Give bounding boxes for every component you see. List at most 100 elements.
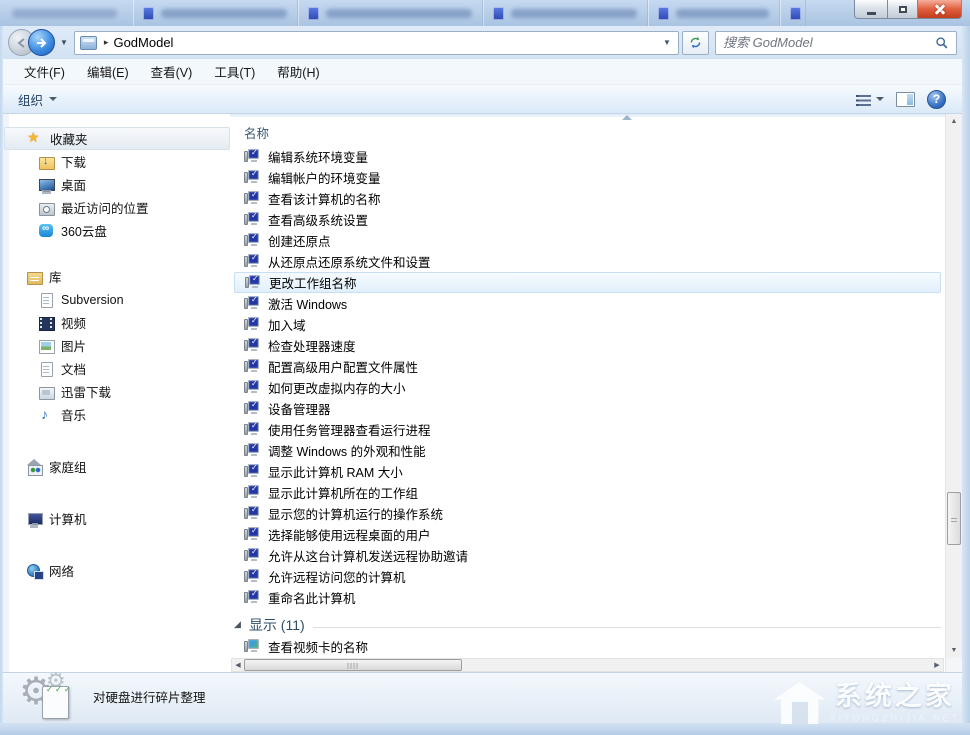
list-item[interactable]: 检查处理器速度 bbox=[234, 335, 941, 356]
horizontal-scrollbar[interactable]: ◀ ▶ bbox=[231, 658, 944, 672]
scroll-up-icon[interactable]: ▲ bbox=[946, 114, 962, 129]
list-item-label: 设备管理器 bbox=[268, 399, 331, 418]
list-item[interactable]: 查看高级系统设置 bbox=[234, 209, 941, 230]
sidebar-item[interactable]: 360云盘 bbox=[4, 219, 230, 242]
system-task-icon bbox=[244, 254, 261, 269]
change-view-button[interactable] bbox=[856, 93, 884, 106]
organize-button[interactable]: 组织 bbox=[18, 90, 57, 109]
list-item[interactable]: 显示此计算机 RAM 大小 bbox=[234, 461, 941, 482]
forward-button[interactable] bbox=[28, 29, 55, 56]
horizontal-scroll-thumb[interactable] bbox=[244, 659, 462, 671]
list-item-label: 检查处理器速度 bbox=[268, 336, 356, 355]
sidebar-item[interactable]: 迅雷下载 bbox=[4, 380, 230, 403]
sidebar-item[interactable]: 家庭组 bbox=[4, 455, 230, 478]
list-item[interactable]: 查看该计算机的名称 bbox=[234, 188, 941, 209]
minimize-button[interactable] bbox=[854, 0, 888, 19]
list-item[interactable]: 使用任务管理器查看运行进程 bbox=[234, 419, 941, 440]
command-toolbar: 组织 ? bbox=[3, 85, 962, 114]
sidebar-item[interactable]: Subversion bbox=[4, 288, 230, 311]
list-item-label: 允许远程访问您的计算机 bbox=[268, 567, 406, 586]
back-arrow-icon bbox=[16, 37, 28, 49]
list-item[interactable]: 编辑帐户的环境变量 bbox=[234, 167, 941, 188]
menu-item-2[interactable]: 编辑(E) bbox=[76, 62, 140, 81]
menu-item-3[interactable]: 查看(V) bbox=[140, 62, 204, 81]
sidebar-item[interactable]: 视频 bbox=[4, 311, 230, 334]
preview-pane-button[interactable] bbox=[896, 92, 915, 107]
sidebar-item[interactable]: 音乐 bbox=[4, 403, 230, 426]
sidebar-item-label: 网络 bbox=[49, 561, 74, 580]
sidebar-item[interactable]: 收藏夹 bbox=[4, 127, 230, 150]
list-item[interactable]: 允许从这台计算机发送远程协助邀请 bbox=[234, 545, 941, 566]
window-border-bottom[interactable] bbox=[0, 723, 970, 735]
list-item[interactable]: 创建还原点 bbox=[234, 230, 941, 251]
cloud-360-icon bbox=[38, 223, 55, 239]
sidebar-item[interactable]: 计算机 bbox=[4, 507, 230, 530]
list-item[interactable]: 查看视频卡的名称 bbox=[234, 636, 941, 656]
list-item[interactable]: 编辑系统环境变量 bbox=[234, 146, 941, 167]
sort-ascending-icon[interactable] bbox=[622, 115, 632, 120]
address-bar[interactable]: ▸ GodModel ▼ bbox=[74, 31, 679, 55]
close-button[interactable] bbox=[918, 0, 962, 19]
menu-item-1[interactable]: 文件(F) bbox=[13, 62, 76, 81]
scroll-left-icon[interactable]: ◀ bbox=[232, 659, 244, 671]
list-item[interactable]: 选择能够使用远程桌面的用户 bbox=[234, 524, 941, 545]
group-label[interactable]: 显示 (11) bbox=[249, 615, 305, 635]
system-task-icon bbox=[245, 275, 262, 290]
search-input[interactable] bbox=[723, 35, 935, 50]
list-item-label: 如何更改虚拟内存的大小 bbox=[268, 378, 406, 397]
group-collapse-icon[interactable]: ◢ bbox=[234, 619, 241, 630]
godmode-folder-icon bbox=[80, 36, 97, 50]
list-item[interactable]: 显示此计算机所在的工作组 bbox=[234, 482, 941, 503]
list-item-label: 显示您的计算机运行的操作系统 bbox=[268, 504, 443, 523]
list-item[interactable]: 显示您的计算机运行的操作系统 bbox=[234, 503, 941, 524]
list-item[interactable]: 加入域 bbox=[234, 314, 941, 335]
vertical-scrollbar[interactable]: ▲ ▼ bbox=[945, 114, 962, 672]
tab-3[interactable] bbox=[483, 0, 648, 26]
tab-1[interactable] bbox=[133, 0, 298, 26]
sidebar-item-label: 迅雷下载 bbox=[61, 382, 111, 401]
menu-item-4[interactable]: 工具(T) bbox=[203, 62, 266, 81]
list-item[interactable]: 从还原点还原系统文件和设置 bbox=[234, 251, 941, 272]
computer-icon bbox=[26, 511, 43, 527]
menu-item-5[interactable]: 帮助(H) bbox=[266, 62, 330, 81]
sidebar-item[interactable]: 桌面 bbox=[4, 173, 230, 196]
list-item[interactable]: 重命名此计算机 bbox=[234, 587, 941, 608]
sidebar-item[interactable]: 网络 bbox=[4, 559, 230, 582]
system-task-icon bbox=[244, 590, 261, 605]
list-item[interactable]: 允许远程访问您的计算机 bbox=[234, 566, 941, 587]
sidebar-item[interactable]: 库 bbox=[4, 265, 230, 288]
documents-icon bbox=[38, 361, 55, 377]
breadcrumb-path[interactable]: GodModel bbox=[113, 35, 173, 50]
sidebar-item[interactable]: 最近访问的位置 bbox=[4, 196, 230, 219]
system-task-icon bbox=[244, 317, 261, 332]
list-item[interactable]: 如何更改虚拟内存的大小 bbox=[234, 377, 941, 398]
refresh-button[interactable] bbox=[682, 31, 709, 55]
scroll-down-icon[interactable]: ▼ bbox=[946, 643, 962, 658]
search-icon[interactable] bbox=[935, 36, 949, 50]
recent-pages-dropdown[interactable]: ▼ bbox=[60, 38, 68, 47]
vertical-scroll-thumb[interactable] bbox=[947, 492, 961, 545]
tab-5[interactable] bbox=[780, 0, 806, 26]
column-header-name[interactable]: 名称 bbox=[244, 123, 269, 142]
tab-4[interactable] bbox=[648, 0, 780, 26]
godmode-task-icon: ⚙ ⚙ bbox=[19, 677, 77, 721]
help-button[interactable]: ? bbox=[927, 90, 946, 109]
list-item[interactable]: 设备管理器 bbox=[234, 398, 941, 419]
list-item[interactable]: 配置高级用户配置文件属性 bbox=[234, 356, 941, 377]
sidebar-item[interactable]: 图片 bbox=[4, 334, 230, 357]
sidebar-item[interactable]: 下载 bbox=[4, 150, 230, 173]
list-item-label: 查看视频卡的名称 bbox=[268, 637, 368, 656]
sidebar-item[interactable]: 文档 bbox=[4, 357, 230, 380]
list-item[interactable]: 更改工作组名称 bbox=[234, 272, 941, 293]
tab-2[interactable] bbox=[298, 0, 483, 26]
scroll-right-icon[interactable]: ▶ bbox=[931, 659, 943, 671]
recent-places-icon bbox=[38, 200, 55, 216]
list-item[interactable]: 调整 Windows 的外观和性能 bbox=[234, 440, 941, 461]
list-item[interactable]: 激活 Windows bbox=[234, 293, 941, 314]
group-header[interactable]: ◢ 显示 (11) bbox=[234, 615, 941, 635]
sidebar-item-label: 收藏夹 bbox=[50, 129, 88, 148]
restore-button[interactable] bbox=[888, 0, 918, 19]
address-dropdown-icon[interactable]: ▼ bbox=[659, 38, 675, 47]
sidebar-item-label: 文档 bbox=[61, 359, 86, 378]
sidebar-item-label: 计算机 bbox=[49, 509, 87, 528]
